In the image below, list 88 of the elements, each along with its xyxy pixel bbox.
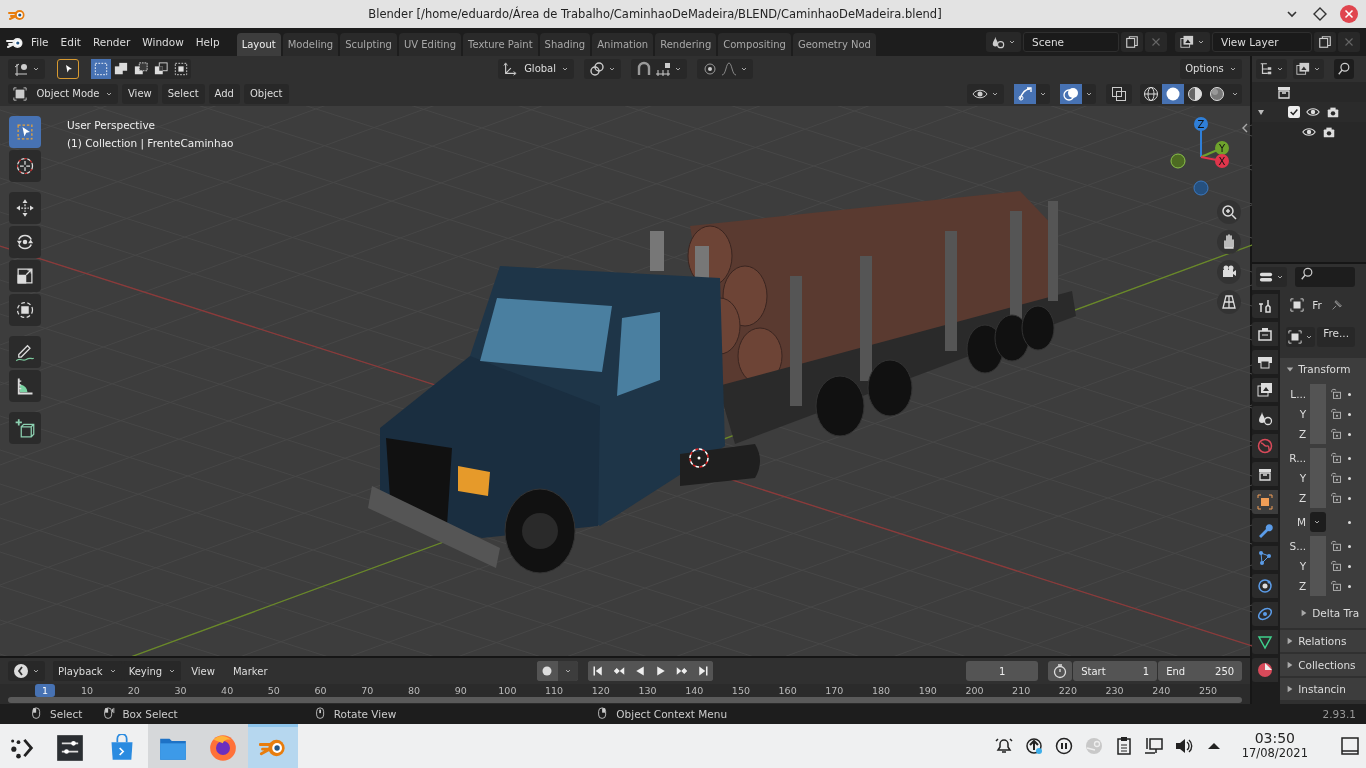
workspace-tab[interactable]: Compositing bbox=[718, 33, 791, 56]
frame-number: 120 bbox=[591, 685, 610, 696]
frame-number: 80 bbox=[407, 685, 420, 696]
panel-header[interactable]: Instancin bbox=[1280, 678, 1366, 700]
start-frame-field[interactable]: Start 1 bbox=[1073, 661, 1158, 681]
menu-item[interactable]: Object bbox=[243, 83, 289, 104]
clock-time: 03:50 bbox=[1254, 731, 1296, 746]
workspace-tab[interactable]: Sculpting bbox=[340, 33, 397, 56]
playhead-frame[interactable]: 1 bbox=[35, 684, 55, 697]
field-label: Z bbox=[1297, 492, 1307, 504]
frame-number: 90 bbox=[454, 685, 467, 696]
frame-number: 250 bbox=[1198, 685, 1218, 696]
field-label: L... bbox=[1289, 388, 1307, 400]
status-hint: Rotate View bbox=[333, 708, 397, 720]
menu-item[interactable]: Marker bbox=[224, 661, 276, 681]
axis-label: Y bbox=[1218, 142, 1226, 154]
menu-item[interactable]: Help bbox=[190, 31, 225, 53]
current-frame-field[interactable]: 1 bbox=[966, 661, 1039, 681]
mode-dropdown[interactable]: Object Mode bbox=[8, 83, 118, 104]
frame-number: 240 bbox=[1152, 685, 1171, 696]
frame-number: 230 bbox=[1105, 685, 1124, 696]
workspace-tab[interactable]: Animation bbox=[592, 33, 654, 56]
axis-label: Z bbox=[1197, 118, 1205, 130]
menu-item[interactable]: View bbox=[183, 661, 223, 681]
workspace-tab[interactable]: Texture Paint bbox=[463, 33, 538, 56]
field-label: Z bbox=[1297, 428, 1307, 440]
frame-number: 100 bbox=[498, 685, 517, 696]
menu-item[interactable]: Select bbox=[161, 83, 205, 104]
field-label: Start bbox=[1081, 665, 1106, 677]
field-value: 250 bbox=[1215, 665, 1235, 677]
workspace-tab[interactable]: UV Editing bbox=[398, 33, 462, 56]
menu-item[interactable]: Add bbox=[208, 83, 240, 104]
status-hint: Box Select bbox=[122, 708, 178, 720]
frame-number: 70 bbox=[361, 685, 374, 696]
frame-number: 200 bbox=[965, 685, 984, 696]
menu-item[interactable]: View bbox=[122, 83, 158, 104]
orientation-dropdown[interactable]: Global bbox=[497, 58, 574, 79]
frame-number: 190 bbox=[918, 685, 937, 696]
field-label: S... bbox=[1288, 540, 1307, 552]
field-label: Y bbox=[1298, 560, 1307, 572]
field-label: Y bbox=[1298, 408, 1307, 420]
workspace-tab[interactable]: Shading bbox=[539, 33, 591, 56]
object-name: Fr bbox=[1312, 299, 1322, 311]
viewport-info-text: (1) Collection | FrenteCaminhao bbox=[67, 136, 234, 152]
panel-header[interactable]: Transform bbox=[1280, 358, 1366, 380]
frame-number: 210 bbox=[1012, 685, 1031, 696]
status-hint: Object Context Menu bbox=[616, 708, 728, 720]
frame-number: 150 bbox=[731, 685, 750, 696]
field-label: R... bbox=[1288, 452, 1307, 464]
version-label: 2.93.1 bbox=[1322, 708, 1356, 720]
frame-number: 60 bbox=[314, 685, 327, 696]
menu-item[interactable]: Window bbox=[137, 31, 189, 53]
options-dropdown[interactable]: Options bbox=[1180, 58, 1243, 79]
frame-number: 220 bbox=[1058, 685, 1077, 696]
field-label: Z bbox=[1297, 580, 1307, 592]
workspace-tab[interactable]: Modeling bbox=[282, 33, 339, 56]
frame-number: 180 bbox=[872, 685, 891, 696]
viewport-info-text: User Perspective bbox=[67, 118, 157, 133]
field-value: 1 bbox=[1142, 665, 1150, 677]
clock-date: 17/08/2021 bbox=[1241, 746, 1308, 761]
menu-item[interactable]: Edit bbox=[55, 31, 86, 53]
axis-label: X bbox=[1218, 155, 1226, 167]
scene-field[interactable]: Scene bbox=[1023, 32, 1119, 52]
frame-number: 130 bbox=[638, 685, 657, 696]
workspace-tab[interactable]: Layout bbox=[236, 33, 281, 56]
frame-number: 110 bbox=[545, 685, 564, 696]
frame-number: 40 bbox=[221, 685, 234, 696]
field-label: M bbox=[1296, 516, 1307, 528]
frame-number: 140 bbox=[685, 685, 704, 696]
frame-number: 10 bbox=[81, 685, 94, 696]
end-frame-field[interactable]: End 250 bbox=[1158, 661, 1243, 681]
panel-header[interactable]: Collections bbox=[1280, 654, 1366, 676]
workspace-tab[interactable]: Geometry Nod bbox=[792, 33, 876, 56]
frame-number: 20 bbox=[127, 685, 140, 696]
window-title: Blender [/home/eduardo/Área de Trabalho/CaminhaoDeMadeira/BLEND/CaminhaoDeMadeira.blend] bbox=[367, 7, 943, 21]
workspace-tab[interactable]: Rendering bbox=[655, 33, 717, 56]
view-layer-field[interactable]: View Layer bbox=[1212, 32, 1312, 52]
menu-item[interactable]: File bbox=[26, 31, 54, 53]
frame-number: 30 bbox=[174, 685, 187, 696]
menu-item[interactable]: Render bbox=[87, 31, 136, 53]
frame-number: 160 bbox=[778, 685, 797, 696]
field-label: End bbox=[1166, 665, 1186, 677]
status-hint: Select bbox=[50, 708, 83, 720]
panel-header[interactable]: Relations bbox=[1280, 630, 1366, 652]
frame-number: 170 bbox=[825, 685, 844, 696]
object-name-field[interactable]: Fre... bbox=[1317, 327, 1355, 347]
frame-number: 50 bbox=[267, 685, 280, 696]
field-label: Y bbox=[1298, 472, 1307, 484]
